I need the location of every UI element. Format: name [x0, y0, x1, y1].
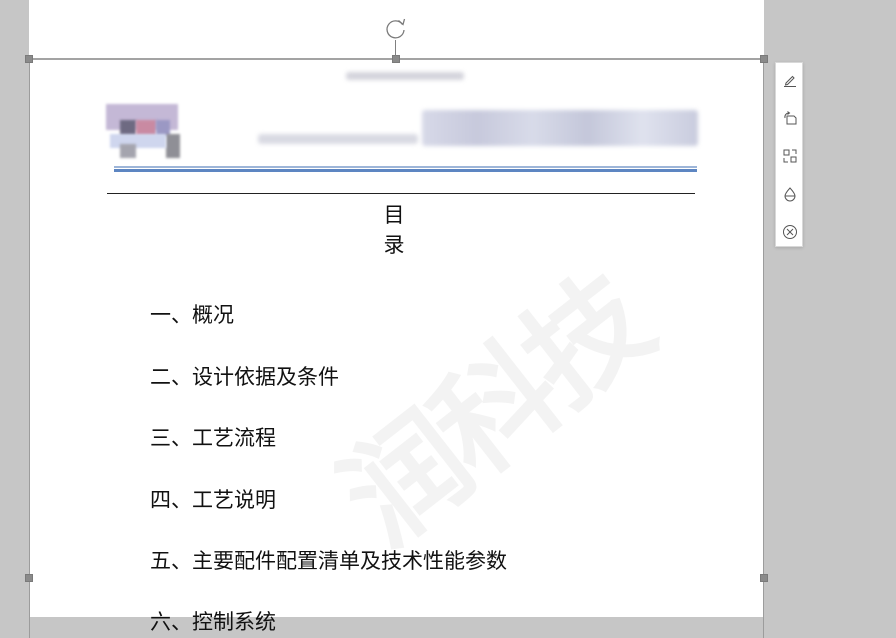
replace-icon: [783, 149, 796, 163]
toc-title: 目 录: [383, 203, 470, 257]
header-rule-light: [114, 166, 697, 168]
edit-icon: [783, 75, 796, 87]
toc-item-3: 三、工艺流程: [150, 426, 276, 450]
replace-image-button[interactable]: [776, 141, 803, 171]
resize-handle-top-center[interactable]: [392, 55, 400, 63]
header-small-text-blurred: [346, 72, 464, 80]
resize-handle-top-left[interactable]: [25, 55, 33, 63]
toc-item-1: 一、概况: [150, 303, 234, 327]
company-name-blurred-block: [422, 110, 698, 146]
rotate-image-button[interactable]: [776, 103, 803, 133]
toc-item-6: 六、控制系统: [150, 610, 276, 634]
fill-icon: [783, 187, 796, 202]
toc-item-2: 二、设计依据及条件: [150, 365, 339, 389]
rotate-handle[interactable]: [383, 16, 409, 42]
edit-image-button[interactable]: [776, 65, 803, 95]
resize-handle-middle-right[interactable]: [760, 574, 768, 582]
toc-item-4: 四、工艺说明: [150, 488, 276, 512]
rotate-icon: [386, 18, 406, 39]
header-separator: [107, 193, 695, 194]
delete-image-button[interactable]: [776, 217, 803, 247]
delete-icon: [782, 225, 797, 239]
header-rule-dark: [114, 169, 697, 172]
rotate-icon: [783, 111, 796, 125]
toc-item-5: 五、主要配件配置清单及技术性能参数: [150, 549, 507, 573]
resize-handle-top-right[interactable]: [760, 55, 768, 63]
rotate-handle-stem: [395, 40, 396, 56]
resize-handle-middle-left[interactable]: [25, 574, 33, 582]
fill-image-button[interactable]: [776, 179, 803, 209]
company-name-blurred: [258, 134, 418, 144]
image-toolbar: [775, 62, 803, 247]
company-logo-blurred: [106, 104, 188, 158]
